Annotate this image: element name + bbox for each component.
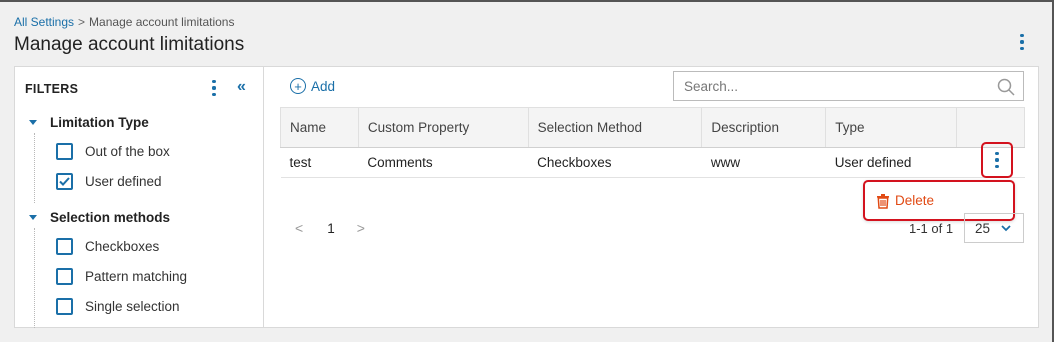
per-page-select[interactable]: 25 (964, 213, 1024, 243)
filters-title: FILTERS (25, 82, 79, 96)
checkbox-icon[interactable] (56, 268, 73, 285)
main-panel: + Add Name Custom Property Selection Met… (265, 67, 1038, 327)
pagination-range: 1-1 of 1 (909, 221, 954, 236)
page-menu-kebab-icon[interactable] (1016, 34, 1028, 50)
content-card: FILTERS « Limitation Type Out of the box… (14, 66, 1039, 328)
cell-name: test (280, 147, 359, 178)
per-page-value: 25 (975, 220, 991, 236)
checkbox-icon[interactable] (56, 238, 73, 255)
breadcrumb-current: Manage account limitations (89, 15, 235, 29)
column-header-selection-method[interactable]: Selection Method (527, 107, 703, 148)
filter-option-pattern-matching[interactable]: Pattern matching (56, 268, 187, 285)
tree-guide-line (34, 228, 35, 328)
column-header-description[interactable]: Description (701, 107, 827, 148)
chevron-down-icon (1001, 225, 1011, 232)
page-title: Manage account limitations (14, 34, 245, 55)
tree-guide-line (34, 133, 35, 203)
filter-group-limitation-type[interactable]: Limitation Type (29, 115, 149, 130)
filter-option-user-defined[interactable]: User defined (56, 173, 162, 190)
filters-menu-kebab-icon[interactable] (208, 80, 220, 96)
checkbox-icon[interactable] (56, 298, 73, 315)
delete-label: Delete (895, 193, 935, 208)
row-actions-kebab-icon[interactable] (991, 152, 1003, 168)
page-number[interactable]: 1 (327, 221, 335, 236)
table-header-row: Name Custom Property Selection Method De… (280, 107, 1025, 148)
limitations-table: Name Custom Property Selection Method De… (280, 107, 1025, 178)
caret-down-icon (29, 120, 37, 125)
pagination: < 1 > (295, 220, 365, 236)
breadcrumb-all-settings[interactable]: All Settings (14, 15, 74, 29)
filter-option-checkboxes[interactable]: Checkboxes (56, 238, 159, 255)
add-button-label: Add (311, 78, 336, 94)
row-actions-highlight (981, 142, 1013, 178)
filter-option-single-selection[interactable]: Single selection (56, 298, 180, 315)
plus-circle-icon: + (290, 78, 306, 94)
column-header-type[interactable]: Type (825, 107, 958, 148)
column-header-name[interactable]: Name (280, 107, 359, 148)
filter-option-out-of-the-box[interactable]: Out of the box (56, 143, 170, 160)
cell-description: www (701, 147, 826, 178)
cell-selection-method: Checkboxes (528, 147, 702, 178)
collapse-filters-icon[interactable]: « (237, 79, 246, 95)
filter-option-label: Checkboxes (85, 239, 160, 254)
search-box (673, 71, 1024, 101)
add-button[interactable]: + Add (290, 78, 335, 94)
filter-option-label: Single selection (85, 299, 180, 314)
breadcrumb: All Settings > Manage account limitation… (14, 15, 234, 29)
column-header-custom-property[interactable]: Custom Property (357, 107, 529, 148)
next-page-icon[interactable]: > (357, 220, 365, 236)
checkbox-icon[interactable] (56, 143, 73, 160)
trash-icon (877, 193, 889, 209)
filter-option-label: User defined (85, 174, 162, 189)
search-input[interactable] (684, 78, 984, 94)
table-row[interactable]: test Comments Checkboxes www User define… (280, 147, 1025, 178)
checkbox-checked-icon[interactable] (56, 173, 73, 190)
search-icon[interactable] (997, 78, 1015, 96)
previous-page-icon[interactable]: < (295, 220, 303, 236)
filter-option-label: Pattern matching (85, 269, 188, 284)
cell-type: User defined (825, 147, 957, 178)
caret-down-icon (29, 215, 37, 220)
filter-group-selection-methods[interactable]: Selection methods (29, 210, 170, 225)
filter-option-label: Out of the box (85, 144, 170, 159)
filters-panel: FILTERS « Limitation Type Out of the box… (15, 67, 264, 328)
filter-group-label: Limitation Type (50, 115, 149, 130)
cell-custom-property: Comments (358, 147, 529, 178)
breadcrumb-separator: > (78, 15, 86, 29)
filter-group-label: Selection methods (50, 210, 171, 225)
